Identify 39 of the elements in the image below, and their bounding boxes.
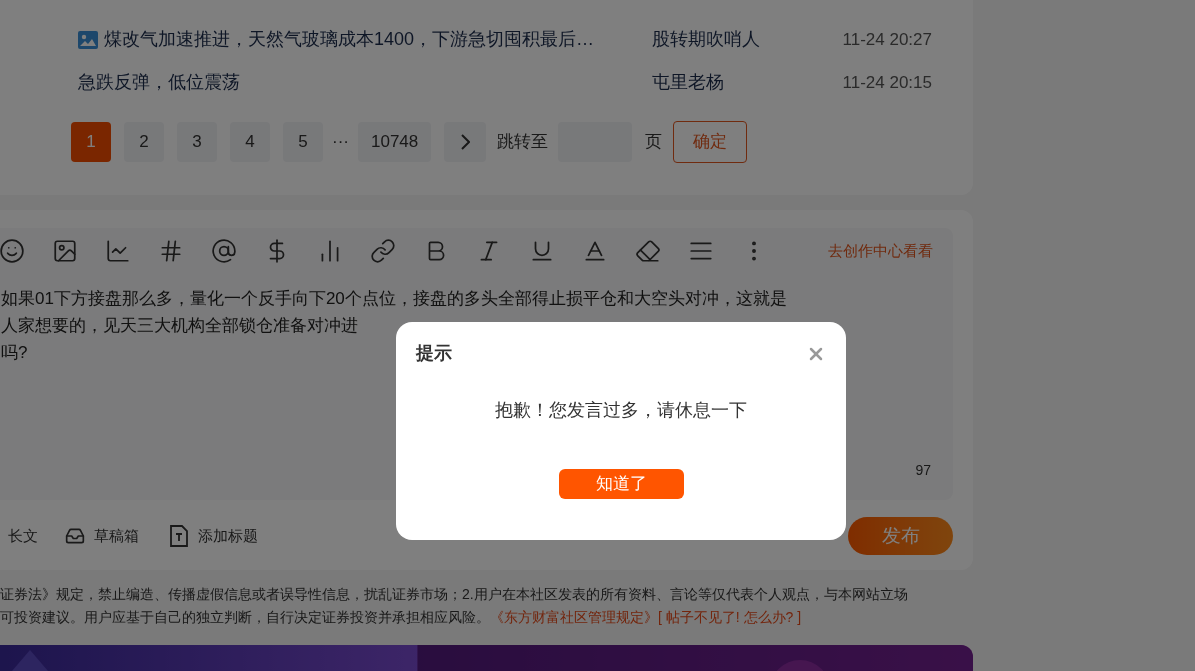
ellipsis: ···: [332, 131, 349, 154]
eraser-icon[interactable]: [635, 238, 661, 264]
editor-action[interactable]: 草稿箱: [65, 524, 139, 548]
publish-button[interactable]: 发布: [848, 517, 953, 555]
line-chart-icon[interactable]: [105, 238, 131, 264]
jump-label: 跳转至: [497, 131, 549, 154]
rules-link[interactable]: 《东方财富社区管理规定》: [490, 606, 658, 629]
editor-action[interactable]: 长文: [8, 524, 38, 548]
file-icon: [169, 525, 189, 547]
page-button[interactable]: 2: [124, 122, 164, 162]
post-author[interactable]: 屯里老杨: [652, 69, 822, 96]
dialog-message: 抱歉！您发言过多，请休息一下: [495, 399, 747, 422]
disclaimer-text: 证券法》规定，禁止编造、传播虚假信息或者误导性信息，扰乱证券市场；2.用户在本社区发表的所有资料、言论等仅代表个人观点，与本网站立场: [0, 585, 909, 604]
creation-center-link[interactable]: 去创作中心看看: [828, 239, 933, 263]
page-button[interactable]: 4: [230, 122, 270, 162]
disclaimer-text: 可投资建议。用户应基于自己的独立判断，自行决定证券投资并承担相应风险。: [0, 608, 490, 627]
page-button[interactable]: 5: [283, 122, 323, 162]
drafts-icon: [65, 526, 85, 546]
image-icon[interactable]: [52, 238, 78, 264]
post-title[interactable]: 急跌反弹，低位震荡: [78, 69, 240, 96]
char-count: 97: [915, 461, 931, 480]
page-unit: 页: [645, 131, 663, 154]
confirm-button[interactable]: 确定: [673, 121, 748, 163]
next-page-button[interactable]: [444, 122, 487, 162]
help-link[interactable]: [ 帖子不见了! 怎么办? ]: [658, 606, 802, 629]
page-button[interactable]: 1: [71, 122, 111, 162]
post-time: 11-24 20:15: [841, 71, 932, 94]
post-author[interactable]: 股转期吹哨人: [652, 26, 822, 53]
dialog-title: 提示: [416, 342, 452, 365]
post-time: 11-24 20:27: [841, 28, 932, 51]
acknowledge-button[interactable]: 知道了: [558, 469, 684, 499]
post-title[interactable]: 煤改气加速推进，天然气玻璃成本1400，下游急切囤积最后…: [104, 26, 595, 53]
at-icon[interactable]: [211, 238, 237, 264]
chevron-right-icon: [460, 134, 470, 150]
page-button[interactable]: 10748: [358, 122, 432, 162]
emoji-icon[interactable]: [0, 238, 25, 264]
page-button[interactable]: 3: [177, 122, 217, 162]
link-icon[interactable]: [370, 238, 396, 264]
editor-action[interactable]: 添加标题: [169, 524, 258, 548]
